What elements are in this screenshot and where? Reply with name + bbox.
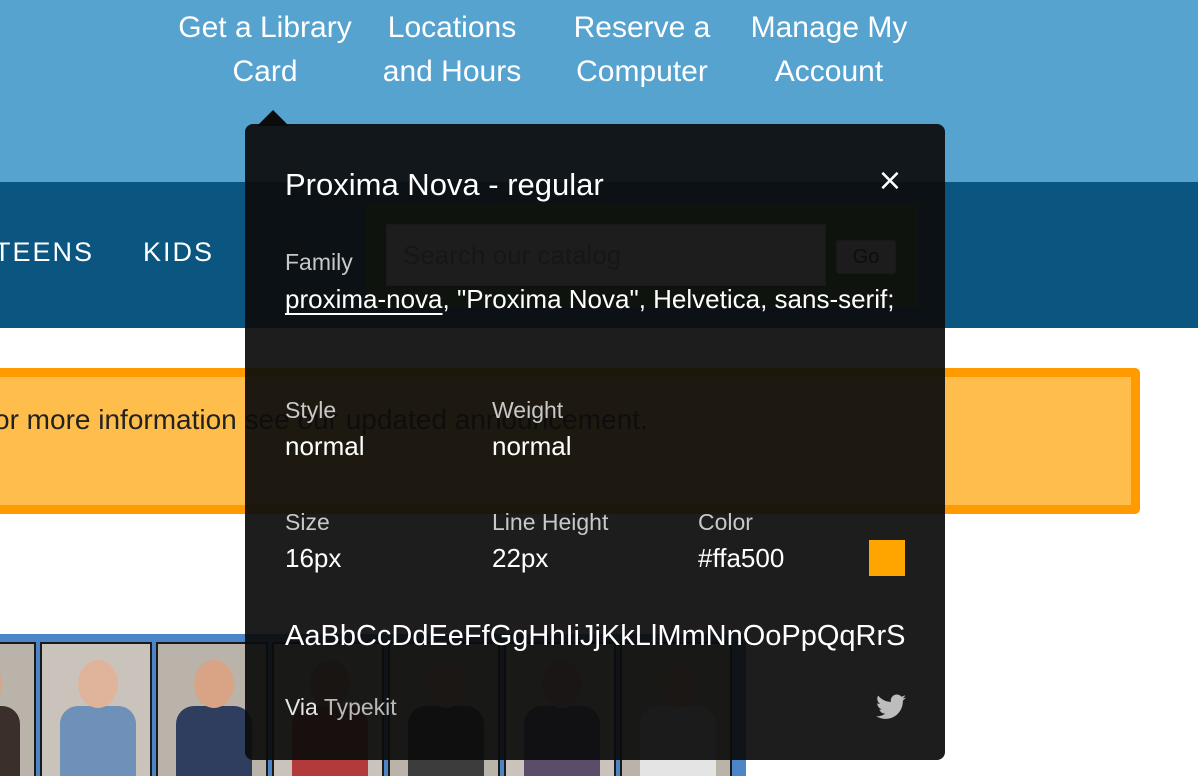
photo-figure-body [0,706,20,776]
weight-label: Weight [492,397,564,423]
size-label: Size [285,509,330,535]
photo-thumbnail [0,642,36,776]
top-link-line: Card [232,55,298,88]
top-link-line: Reserve a [573,11,711,44]
top-link-line: and Hours [382,55,522,88]
photo-figure-body [60,706,136,776]
color-label: Color [698,509,753,535]
photo-figure-head [0,660,2,708]
via-prefix: Via [285,694,318,720]
top-link-line: Manage My [750,11,908,44]
top-link-manage-account[interactable]: Manage My Account [742,6,916,94]
via-credit: Via Typekit [285,692,397,722]
line-height-label: Line Height [492,509,609,535]
close-icon[interactable]: × [876,166,904,196]
top-link-locations-hours[interactable]: Locations and Hours [366,6,538,94]
family-link[interactable]: proxima-nova [285,284,443,314]
top-link-line: Computer [576,55,708,88]
line-height-value: 22px [492,543,549,573]
family-rest: , "Proxima Nova", Helvetica, sans-serif; [442,284,895,314]
style-label: Style [285,397,337,423]
size-value: 16px [285,543,342,573]
photo-figure-head [194,660,234,708]
weight-value: normal [492,431,572,461]
style-value: normal [285,431,365,461]
color-swatch [869,540,905,576]
photo-thumbnail [40,642,152,776]
family-value: proxima-nova, "Proxima Nova", Helvetica,… [285,281,905,317]
page: Get a Library Card Locations and Hours R… [0,0,1198,776]
nav-item-teens[interactable]: TEENS [0,236,94,268]
color-value: #ffa500 [698,543,785,573]
font-info-tooltip: Proxima Nova - regular × Family proxima-… [245,124,945,760]
twitter-icon[interactable] [876,694,906,720]
nav-item-kids[interactable]: KIDS [143,236,214,268]
top-link-line: Account [774,55,884,88]
typekit-link[interactable]: Typekit [324,694,397,720]
top-link-library-card[interactable]: Get a Library Card [170,6,360,94]
family-label: Family [285,249,353,275]
photo-figure-head [78,660,118,708]
photo-figure-body [176,706,252,776]
tooltip-title: Proxima Nova - regular [285,167,604,202]
top-link-line: Locations [387,11,517,44]
top-link-reserve-computer[interactable]: Reserve a Computer [556,6,728,94]
top-link-line: Get a Library [178,11,352,44]
font-sample-text: AaBbCcDdEeFfGgHhIiJjKkLlMmNnOoPpQqRrSsTt… [285,620,905,652]
